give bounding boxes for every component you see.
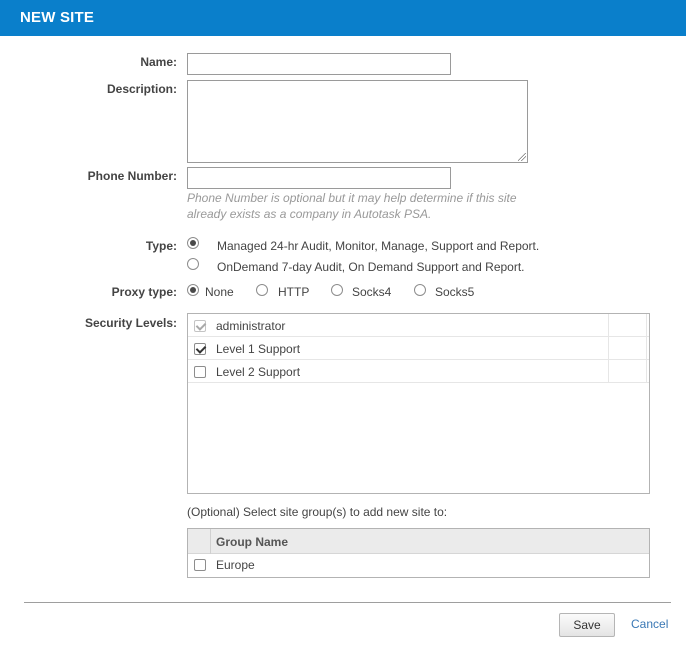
type-managed-radio[interactable] (187, 237, 199, 249)
save-button[interactable]: Save (559, 613, 615, 637)
type-ondemand-label: OnDemand 7-day Audit, On Demand Support … (217, 260, 525, 274)
security-level2-label: Level 2 Support (216, 365, 301, 379)
column-divider (608, 360, 609, 382)
column-divider (646, 360, 647, 382)
proxy-http-radio[interactable] (256, 284, 268, 296)
cancel-link[interactable]: Cancel (631, 617, 668, 631)
security-administrator-label: administrator (216, 319, 286, 333)
proxy-socks4-radio[interactable] (331, 284, 343, 296)
proxy-none-radio[interactable] (187, 284, 199, 296)
site-group-grid: Group Name Europe (187, 528, 650, 578)
name-input[interactable] (187, 53, 451, 75)
proxy-http-label: HTTP (278, 285, 310, 299)
phone-input[interactable] (187, 167, 451, 189)
type-ondemand-radio[interactable] (187, 258, 199, 270)
site-group-prompt: (Optional) Select site group(s) to add n… (187, 505, 448, 519)
column-divider (646, 314, 647, 336)
description-label: Description: (106, 82, 177, 96)
dialog-header: NEW SITE (0, 0, 686, 36)
column-divider (608, 314, 609, 336)
security-level2-checkbox[interactable] (194, 366, 206, 378)
security-levels-label: Security Levels: (84, 316, 177, 330)
site-group-europe-checkbox[interactable] (194, 559, 206, 571)
security-administrator-checkbox (194, 320, 206, 332)
table-row: Europe (188, 554, 649, 577)
proxy-socks4-label: Socks4 (352, 285, 392, 299)
footer-divider (24, 602, 671, 603)
column-divider (646, 337, 647, 359)
resize-grip-icon[interactable] (518, 153, 526, 161)
proxy-none-label: None (205, 285, 234, 299)
name-label: Name: (140, 55, 177, 69)
proxy-socks5-radio[interactable] (414, 284, 426, 296)
security-levels-list: administrator Level 1 Support Level 2 Su… (187, 313, 650, 494)
security-level1-label: Level 1 Support (216, 342, 301, 356)
proxy-type-label: Proxy type: (111, 285, 177, 299)
type-label: Type: (145, 239, 177, 253)
description-textarea[interactable] (187, 80, 528, 163)
type-managed-label: Managed 24-hr Audit, Monitor, Manage, Su… (217, 239, 540, 253)
site-group-europe-label: Europe (216, 558, 255, 572)
dialog-title: NEW SITE (20, 9, 95, 26)
proxy-socks5-label: Socks5 (435, 285, 475, 299)
security-level1-checkbox[interactable] (194, 343, 206, 355)
column-divider (210, 529, 211, 554)
group-name-column-header[interactable]: Group Name (216, 535, 288, 549)
grid-header: Group Name (188, 529, 649, 554)
list-item: Level 2 Support (188, 360, 649, 383)
phone-label: Phone Number: (87, 169, 177, 183)
phone-hint: Phone Number is optional but it may help… (187, 191, 517, 221)
list-item: Level 1 Support (188, 337, 649, 360)
list-item: administrator (188, 314, 649, 337)
column-divider (608, 337, 609, 359)
